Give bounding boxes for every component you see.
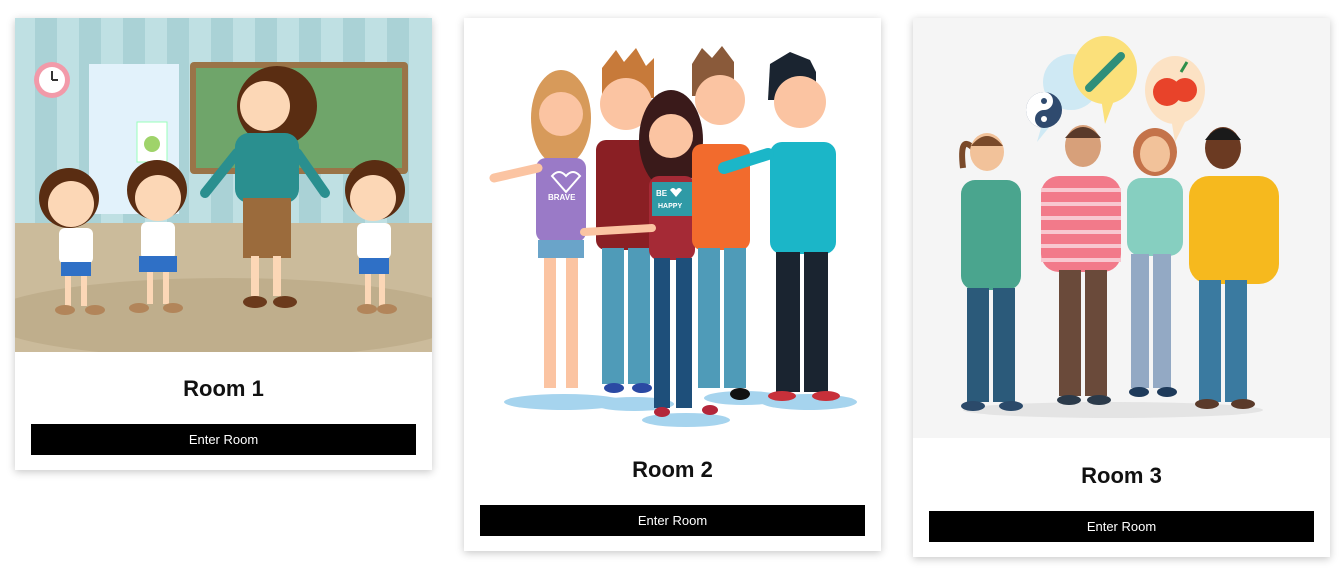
room-card-2: BRAVE BE HAPPY Room 2 Enter Room (464, 18, 881, 551)
room-title: Room 2 (632, 457, 713, 482)
friends-group-illustration: BRAVE BE HAPPY (464, 18, 881, 432)
room-card-1: Room 1 Enter Room (15, 18, 432, 470)
shirt-text-be: BE (656, 189, 668, 198)
shirt-text-happy: HAPPY (658, 203, 682, 210)
classroom-illustration (15, 18, 432, 352)
shirt-text-brave: BRAVE (548, 193, 576, 202)
enter-room-button[interactable]: Enter Room (31, 424, 416, 455)
enter-room-button[interactable]: Enter Room (480, 505, 865, 536)
room-card-3: Room 3 Enter Room (913, 18, 1330, 557)
room-title: Room 3 (1081, 463, 1162, 488)
enter-room-button[interactable]: Enter Room (929, 511, 1314, 542)
wellness-conversation-illustration (913, 18, 1330, 438)
room-title: Room 1 (183, 376, 264, 401)
